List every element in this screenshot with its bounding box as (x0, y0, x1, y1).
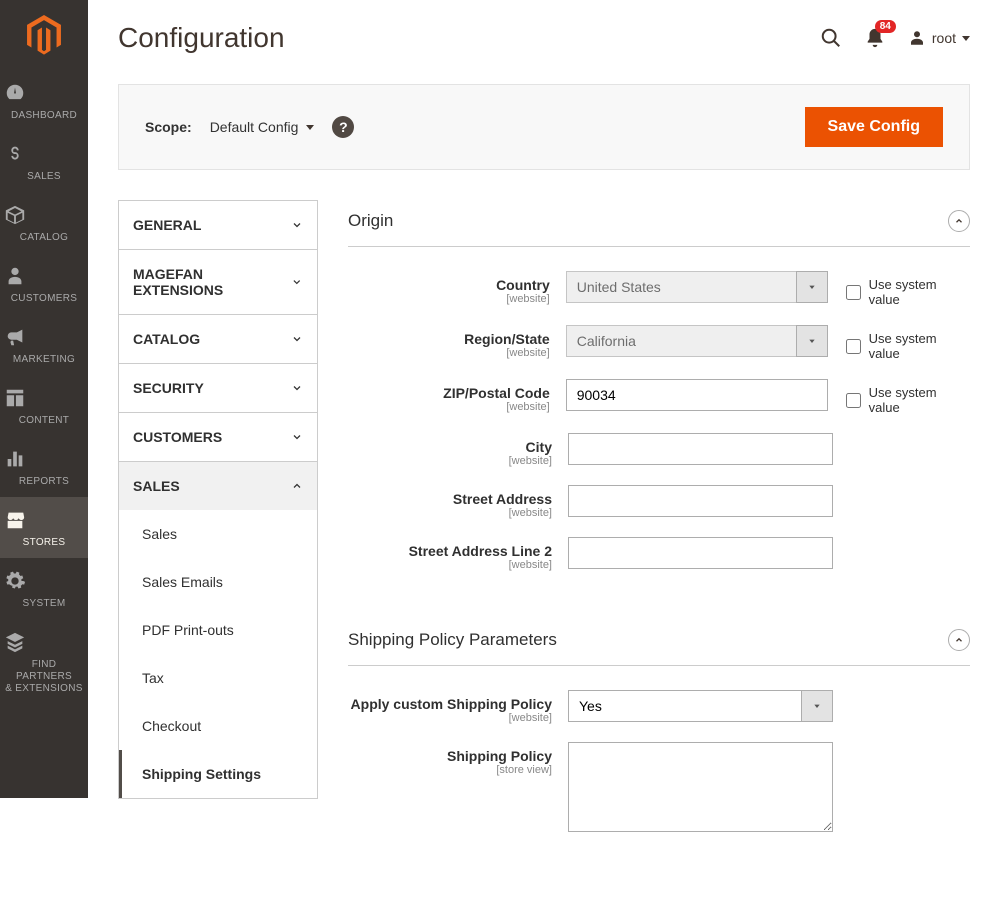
chevron-down-icon (291, 333, 303, 345)
layout-icon (4, 387, 84, 409)
config-item-sales[interactable]: Sales (119, 510, 317, 558)
field-street2: Street Address Line 2 [website] (348, 537, 970, 571)
gear-icon (4, 570, 84, 592)
chevron-up-icon (291, 480, 303, 492)
collapse-icon (948, 210, 970, 232)
nav-marketing[interactable]: MARKETING (0, 314, 88, 375)
scope-bar: Scope: Default Config ? Save Config (118, 84, 970, 170)
nav-customers[interactable]: CUSTOMERS (0, 253, 88, 314)
search-icon[interactable] (820, 27, 842, 49)
user-icon (908, 29, 926, 47)
caret-down-icon (796, 325, 828, 357)
scope-label: Scope: (145, 119, 192, 135)
help-icon[interactable]: ? (332, 116, 354, 138)
config-item-sales-emails[interactable]: Sales Emails (119, 558, 317, 606)
page-title: Configuration (118, 22, 285, 54)
bars-icon (4, 448, 84, 470)
config-section-customers[interactable]: CUSTOMERS (119, 413, 317, 461)
nav-content[interactable]: CONTENT (0, 375, 88, 436)
nav-partners[interactable]: FIND PARTNERS& EXTENSIONS (0, 619, 88, 705)
nav-stores[interactable]: STORES (0, 497, 88, 558)
config-item-checkout[interactable]: Checkout (119, 702, 317, 750)
config-body: Origin Country [website] (348, 200, 970, 883)
chevron-down-icon (291, 431, 303, 443)
fieldset-origin: Origin Country [website] (348, 200, 970, 599)
config-nav: GENERAL MAGEFAN EXTENSIONS CATALOG SECUR… (118, 200, 318, 883)
scope-selector[interactable]: Default Config (210, 119, 315, 135)
user-menu[interactable]: root (908, 29, 970, 47)
config-section-security[interactable]: SECURITY (119, 364, 317, 412)
save-config-button[interactable]: Save Config (805, 107, 943, 147)
field-zip: ZIP/Postal Code [website] Use system val… (348, 379, 970, 415)
config-section-catalog[interactable]: CATALOG (119, 315, 317, 363)
street2-input[interactable] (568, 537, 833, 569)
shipping-policy-textarea[interactable] (568, 742, 833, 832)
notifications-icon[interactable]: 84 (864, 27, 886, 49)
region-use-system-checkbox[interactable] (846, 339, 861, 354)
city-input[interactable] (568, 433, 833, 465)
config-item-pdf-printouts[interactable]: PDF Print-outs (119, 606, 317, 654)
bullhorn-icon (4, 326, 84, 348)
nav-system[interactable]: SYSTEM (0, 558, 88, 619)
field-apply-shipping-policy: Apply custom Shipping Policy [website] Y… (348, 690, 970, 724)
country-use-system-checkbox[interactable] (846, 285, 861, 300)
fieldset-origin-header[interactable]: Origin (348, 200, 970, 247)
fieldset-shipping-policy-header[interactable]: Shipping Policy Parameters (348, 619, 970, 666)
nav-dashboard[interactable]: DASHBOARD (0, 70, 88, 131)
nav-sales[interactable]: SALES (0, 131, 88, 192)
caret-down-icon (962, 36, 970, 41)
admin-sidebar: DASHBOARD SALES CATALOG CUSTOMERS MARKET… (0, 0, 88, 798)
region-select[interactable]: California (566, 325, 796, 357)
config-section-sales[interactable]: SALES (119, 462, 317, 510)
nav-reports[interactable]: REPORTS (0, 436, 88, 497)
field-region: Region/State [website] California (348, 325, 970, 361)
box-icon (4, 204, 84, 226)
notification-badge: 84 (875, 20, 896, 33)
field-street: Street Address [website] (348, 485, 970, 519)
dollar-icon (4, 143, 84, 165)
collapse-icon (948, 629, 970, 651)
chevron-down-icon (291, 219, 303, 231)
config-section-magefan[interactable]: MAGEFAN EXTENSIONS (119, 250, 317, 314)
fieldset-shipping-policy: Shipping Policy Parameters Apply custom … (348, 619, 970, 863)
field-country: Country [website] United States (348, 271, 970, 307)
page-header: Configuration 84 root (118, 0, 970, 84)
storefront-icon (4, 509, 84, 531)
chevron-down-icon (291, 276, 303, 288)
field-city: City [website] (348, 433, 970, 467)
zip-use-system-checkbox[interactable] (846, 393, 861, 408)
field-shipping-policy: Shipping Policy [store view] (348, 742, 970, 835)
caret-down-icon (796, 271, 828, 303)
person-icon (4, 265, 84, 287)
street-input[interactable] (568, 485, 833, 517)
gauge-icon (4, 82, 84, 104)
magento-logo[interactable] (0, 0, 88, 70)
config-item-shipping-settings[interactable]: Shipping Settings (119, 750, 317, 798)
config-section-general[interactable]: GENERAL (119, 201, 317, 249)
nav-catalog[interactable]: CATALOG (0, 192, 88, 253)
stack-icon (4, 631, 84, 653)
country-select[interactable]: United States (566, 271, 796, 303)
config-item-tax[interactable]: Tax (119, 654, 317, 702)
caret-down-icon (306, 125, 314, 130)
zip-input[interactable] (566, 379, 828, 411)
apply-shipping-policy-select[interactable]: Yes (568, 690, 801, 722)
chevron-down-icon (291, 382, 303, 394)
caret-down-icon (801, 690, 833, 722)
